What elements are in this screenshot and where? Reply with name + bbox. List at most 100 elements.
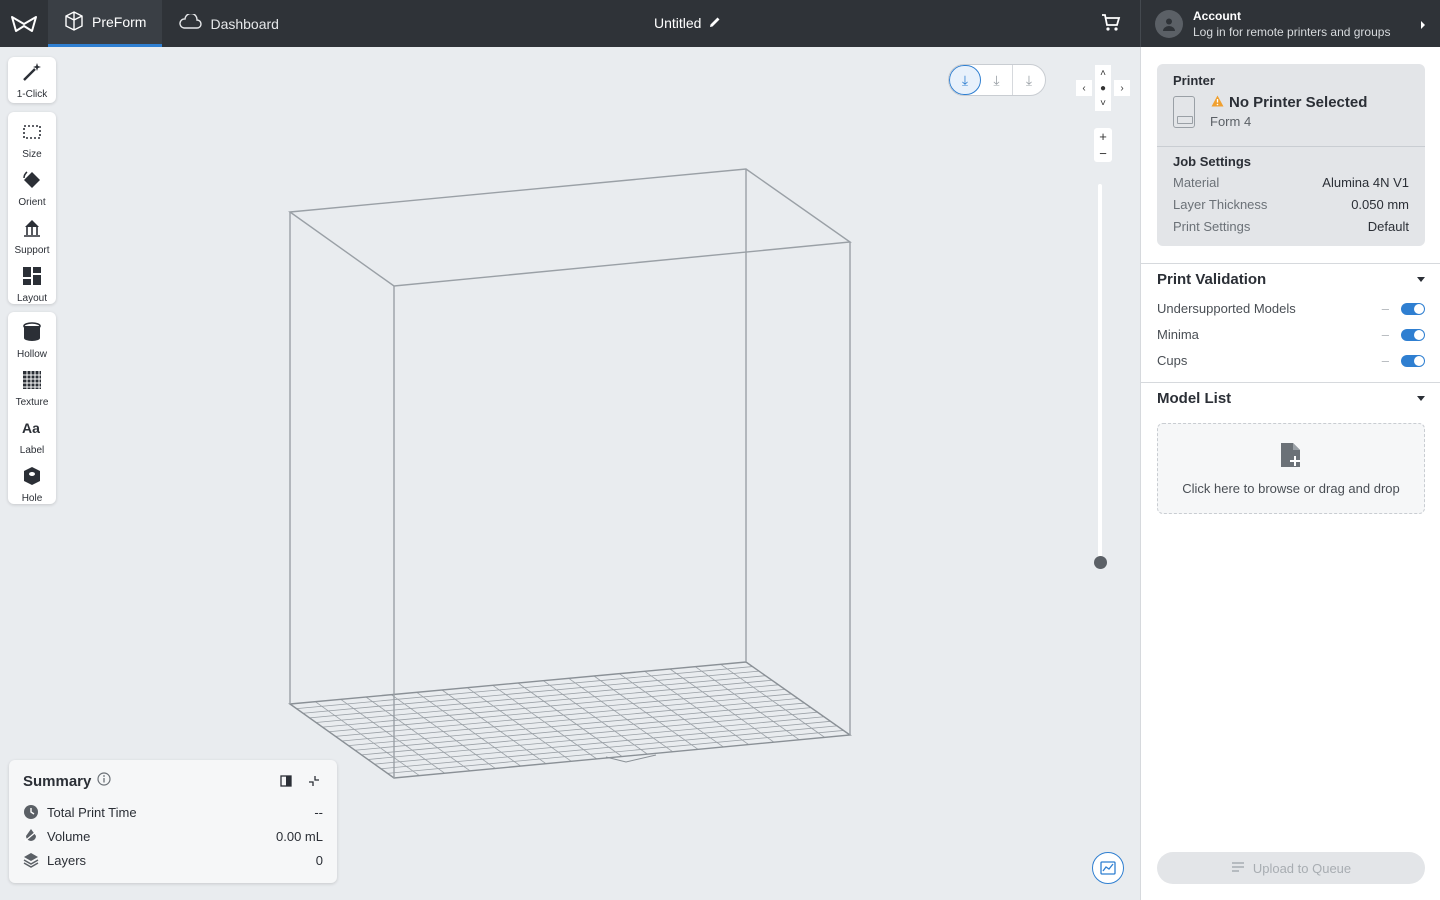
summary-panel: Summary Total Print Time -- Volume 0.00 … bbox=[9, 760, 337, 883]
view-mode-supports-button[interactable]: ⤓ bbox=[981, 65, 1013, 95]
view-mode-slice-button[interactable]: ⤓ bbox=[1013, 65, 1045, 95]
build-plate-grid-line bbox=[322, 684, 779, 728]
tool-orient[interactable]: Orient bbox=[8, 164, 56, 212]
magic-wand-icon bbox=[21, 61, 43, 86]
print-validation-header[interactable]: Print Validation bbox=[1157, 271, 1425, 288]
size-box-icon bbox=[21, 121, 43, 146]
tab-dashboard[interactable]: Dashboard bbox=[162, 0, 295, 47]
build-plate-grid-line bbox=[367, 716, 825, 760]
build-plate-grid-line bbox=[341, 698, 799, 742]
build-plate-grid-line bbox=[348, 702, 805, 747]
printer-status: No Printer Selected bbox=[1229, 94, 1368, 111]
clock-icon bbox=[23, 804, 39, 820]
model-dropzone[interactable]: Click here to browse or drag and drop bbox=[1157, 423, 1425, 514]
chevron-right-nav-icon[interactable]: › bbox=[1114, 80, 1130, 96]
caret-down-icon bbox=[1417, 396, 1425, 401]
pencil-icon[interactable] bbox=[709, 15, 721, 31]
chart-icon[interactable] bbox=[1092, 852, 1124, 884]
drop-icon bbox=[23, 828, 39, 844]
tool-hollow[interactable]: Hollow bbox=[8, 316, 56, 364]
chevron-up-icon[interactable]: ˄ bbox=[1095, 65, 1111, 81]
orient-icon bbox=[21, 169, 43, 194]
summary-layers-value: 0 bbox=[315, 852, 323, 868]
collapse-icon[interactable] bbox=[307, 774, 321, 788]
view-mode-model-button[interactable]: ⤓ bbox=[949, 65, 981, 95]
cloud-icon bbox=[178, 12, 203, 33]
info-icon[interactable] bbox=[97, 772, 111, 790]
top-bar: PreForm Dashboard Untitled bbox=[0, 0, 1140, 47]
job-setting-material: Material Alumina 4N V1 bbox=[1173, 175, 1409, 190]
tool-hole[interactable]: Hole bbox=[8, 460, 56, 508]
job-setting-layer-thickness: Layer Thickness 0.050 mm bbox=[1173, 197, 1409, 212]
tool-label[interactable]: Aa Label bbox=[8, 412, 56, 460]
zoom-control[interactable]: + − bbox=[1094, 128, 1112, 162]
summary-row-volume: Volume 0.00 mL bbox=[23, 824, 323, 848]
panel-dock-icon[interactable] bbox=[279, 774, 293, 788]
formlabs-logo-icon[interactable] bbox=[0, 0, 48, 47]
validation-undersupported-toggle[interactable] bbox=[1401, 302, 1425, 315]
account-subtitle: Log in for remote printers and groups bbox=[1193, 24, 1391, 39]
zoom-out-icon[interactable]: − bbox=[1099, 146, 1107, 161]
svg-text:Aa: Aa bbox=[22, 420, 40, 436]
printer-card[interactable]: Printer No Printer Selected Form 4 Job S… bbox=[1157, 64, 1425, 246]
validation-cups-toggle[interactable] bbox=[1401, 354, 1425, 367]
summary-row-print-time: Total Print Time -- bbox=[23, 800, 323, 824]
caret-down-icon bbox=[1417, 277, 1425, 282]
divider bbox=[1157, 146, 1425, 147]
tool-texture[interactable]: Texture bbox=[8, 364, 56, 412]
validation-minima-toggle[interactable] bbox=[1401, 328, 1425, 341]
job-setting-print-settings: Print Settings Default bbox=[1173, 219, 1409, 234]
validation-cups-label: Cups bbox=[1157, 353, 1188, 368]
tool-1-click[interactable]: 1-Click bbox=[8, 57, 56, 103]
job-setting-material-label: Material bbox=[1173, 175, 1220, 190]
eye-icon[interactable]: ● bbox=[1095, 80, 1111, 96]
camera-nav-pad[interactable]: ˄ ‹ ● › ˅ bbox=[1076, 65, 1130, 111]
dropzone-text: Click here to browse or drag and drop bbox=[1182, 480, 1400, 496]
job-settings-title: Job Settings bbox=[1173, 154, 1252, 169]
validation-minima-label: Minima bbox=[1157, 327, 1199, 342]
tool-label-label: Label bbox=[19, 444, 45, 456]
chevron-right-icon bbox=[1420, 18, 1426, 33]
tool-group-prep: Size Orient Support Layout bbox=[8, 112, 56, 304]
summary-print-time-value: -- bbox=[314, 804, 323, 820]
tab-dashboard-label: Dashboard bbox=[210, 15, 279, 32]
cart-icon[interactable] bbox=[1101, 13, 1121, 36]
tool-texture-label: Texture bbox=[15, 396, 49, 408]
tool-size-label: Size bbox=[22, 148, 42, 160]
model-list-header[interactable]: Model List bbox=[1157, 390, 1425, 407]
chevron-left-icon[interactable]: ‹ bbox=[1076, 80, 1092, 96]
text-aa-icon: Aa bbox=[21, 417, 43, 442]
account-button[interactable]: Account Log in for remote printers and g… bbox=[1140, 0, 1440, 47]
build-plate-grid-line bbox=[302, 670, 760, 714]
summary-volume-label: Volume bbox=[47, 828, 91, 844]
queue-list-icon bbox=[1231, 861, 1245, 876]
validation-minima-value: – bbox=[1381, 327, 1389, 342]
view-mode-toggle[interactable]: ⤓ ⤓ ⤓ bbox=[948, 64, 1046, 96]
account-title: Account bbox=[1193, 8, 1241, 23]
summary-layers-label: Layers bbox=[47, 852, 87, 868]
tool-orient-label: Orient bbox=[18, 196, 46, 208]
build-plate-grid-line bbox=[387, 730, 844, 774]
summary-print-time-label: Total Print Time bbox=[47, 804, 137, 820]
zoom-in-icon[interactable]: + bbox=[1099, 129, 1107, 144]
layers-icon bbox=[23, 852, 39, 868]
upload-to-queue-button[interactable]: Upload to Queue bbox=[1157, 852, 1425, 884]
build-plate-grid-line bbox=[361, 711, 818, 756]
document-title[interactable]: Untitled bbox=[654, 15, 721, 31]
tool-size[interactable]: Size bbox=[8, 116, 56, 164]
validation-cups-value: – bbox=[1381, 353, 1389, 368]
layer-slider-handle[interactable] bbox=[1094, 556, 1107, 569]
layer-slider-track[interactable] bbox=[1098, 184, 1102, 564]
tab-preform[interactable]: PreForm bbox=[48, 0, 163, 47]
chevron-down-icon[interactable]: ˅ bbox=[1095, 95, 1111, 111]
tab-preform-label: PreForm bbox=[92, 14, 147, 30]
support-icon bbox=[21, 217, 43, 242]
divider bbox=[1141, 263, 1440, 264]
job-setting-print-settings-value: Default bbox=[1367, 219, 1409, 234]
tool-layout[interactable]: Layout bbox=[8, 260, 56, 308]
tool-support[interactable]: Support bbox=[8, 212, 56, 260]
build-plate-grid-line bbox=[315, 679, 773, 723]
tool-hollow-label: Hollow bbox=[16, 348, 47, 360]
printer-section-title: Printer bbox=[1173, 73, 1215, 88]
job-setting-material-value: Alumina 4N V1 bbox=[1322, 175, 1409, 190]
